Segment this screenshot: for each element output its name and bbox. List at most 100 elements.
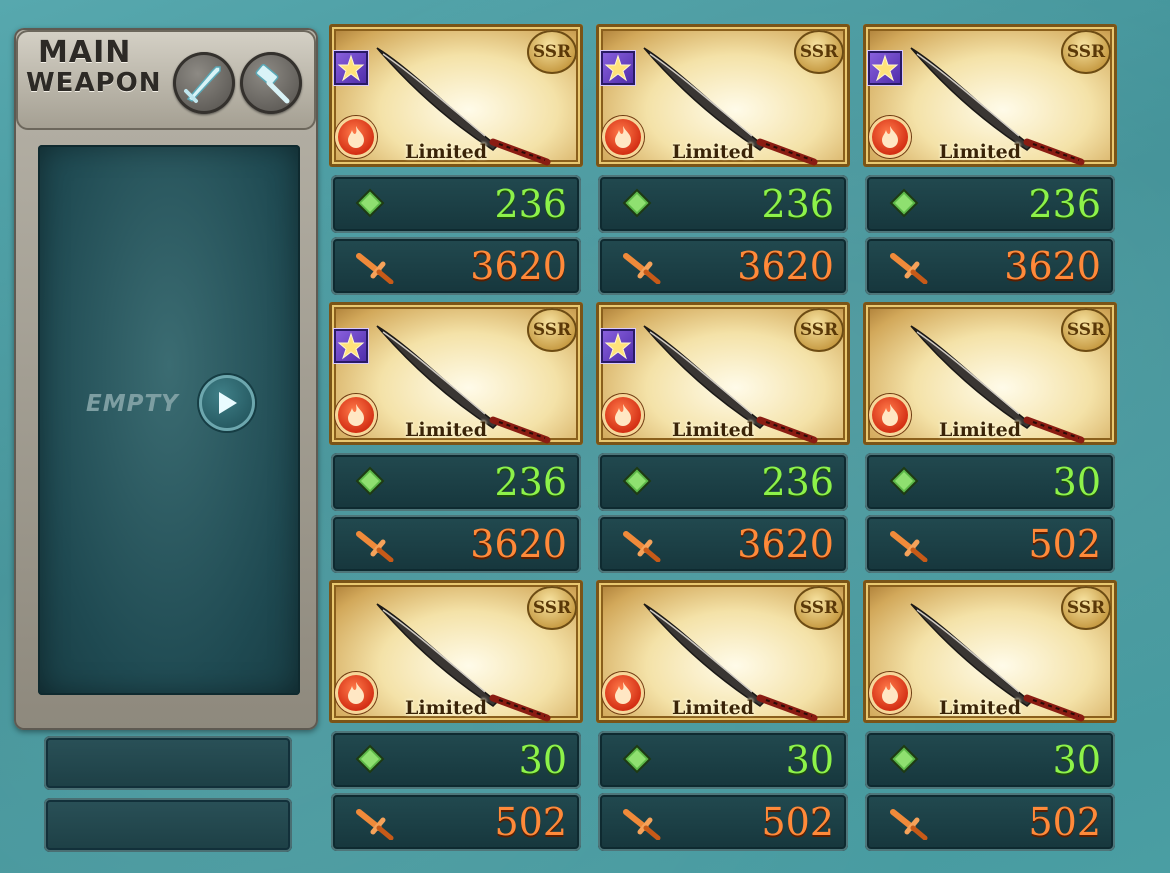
hp-gem-icon — [355, 466, 385, 496]
hp-gem-icon — [355, 188, 385, 218]
limited-label: Limited — [405, 141, 488, 163]
fire-element-icon — [602, 116, 644, 158]
atk-value: 3620 — [737, 244, 834, 288]
weapon-card[interactable]: SSR Limited — [863, 580, 1117, 723]
limited-label: Limited — [939, 697, 1022, 719]
rarity-badge: SSR — [527, 586, 577, 630]
atk-stat: 502 — [331, 793, 581, 851]
hp-stat: 236 — [598, 175, 848, 233]
rarity-badge: SSR — [527, 308, 577, 352]
weapon-card[interactable]: SSR Limited — [329, 302, 583, 445]
atk-value: 3620 — [1004, 244, 1101, 288]
hp-stat: 30 — [865, 453, 1115, 511]
main-weapon-hp-stat — [44, 736, 292, 790]
atk-value: 502 — [494, 800, 567, 844]
atk-sword-icon — [623, 253, 661, 284]
weapon-slot[interactable]: SSR Limited 30 502 — [329, 580, 583, 851]
weapon-slot[interactable]: SSR Limited 236 3620 — [863, 24, 1117, 295]
weapon-card[interactable]: SSR Limited — [863, 24, 1117, 167]
atk-value: 3620 — [470, 522, 567, 566]
rarity-badge: SSR — [527, 30, 577, 74]
fire-element-icon — [869, 672, 911, 714]
rarity-badge: SSR — [794, 586, 844, 630]
hp-gem-icon — [622, 744, 652, 774]
main-label-line1: MAIN — [38, 35, 132, 70]
hp-value: 236 — [494, 182, 567, 226]
fire-element-icon — [602, 672, 644, 714]
hp-gem-icon — [622, 188, 652, 218]
weapon-slot[interactable]: SSR Limited 236 3620 — [329, 302, 583, 573]
atk-stat: 3620 — [331, 515, 581, 573]
sword-axe-icon — [173, 52, 235, 114]
weapon-card[interactable]: SSR Limited — [596, 24, 850, 167]
limited-label: Limited — [672, 697, 755, 719]
hp-stat: 236 — [331, 175, 581, 233]
atk-stat: 502 — [865, 515, 1115, 573]
rarity-badge: SSR — [1061, 30, 1111, 74]
hp-stat: 30 — [598, 731, 848, 789]
weapon-card[interactable]: SSR Limited — [329, 24, 583, 167]
rarity-badge: SSR — [794, 308, 844, 352]
fire-element-icon — [869, 394, 911, 436]
atk-stat: 3620 — [865, 237, 1115, 295]
atk-value: 3620 — [470, 244, 567, 288]
atk-stat: 3620 — [598, 237, 848, 295]
skill-star-icon — [601, 329, 635, 363]
atk-stat: 3620 — [331, 237, 581, 295]
atk-stat: 3620 — [598, 515, 848, 573]
play-arrow-icon[interactable] — [199, 375, 255, 431]
rarity-badge: SSR — [794, 30, 844, 74]
fire-element-icon — [335, 394, 377, 436]
hp-stat: 30 — [331, 731, 581, 789]
hp-value: 236 — [761, 182, 834, 226]
hammer-icon — [240, 52, 302, 114]
atk-sword-icon — [356, 531, 394, 562]
hp-value: 236 — [1028, 182, 1101, 226]
weapon-card[interactable]: SSR Limited — [596, 302, 850, 445]
weapon-slot[interactable]: SSR Limited 236 3620 — [596, 302, 850, 573]
weapon-slot[interactable]: SSR Limited 236 3620 — [329, 24, 583, 295]
atk-sword-icon — [623, 809, 661, 840]
hp-gem-icon — [889, 188, 919, 218]
hp-value: 30 — [785, 738, 834, 782]
atk-value: 502 — [761, 800, 834, 844]
limited-label: Limited — [939, 419, 1022, 441]
hp-value: 30 — [1052, 738, 1101, 782]
weapon-card[interactable]: SSR Limited — [863, 302, 1117, 445]
weapon-slot[interactable]: SSR Limited 236 3620 — [596, 24, 850, 295]
atk-value: 502 — [1028, 800, 1101, 844]
empty-label: EMPTY — [86, 391, 179, 417]
hp-stat: 236 — [331, 453, 581, 511]
limited-label: Limited — [405, 697, 488, 719]
hp-stat: 236 — [865, 175, 1115, 233]
atk-sword-icon — [623, 531, 661, 562]
hp-gem-icon — [889, 744, 919, 774]
atk-sword-icon — [890, 809, 928, 840]
weapon-card[interactable]: SSR Limited — [596, 580, 850, 723]
atk-stat: 502 — [598, 793, 848, 851]
hp-value: 236 — [494, 460, 567, 504]
fire-element-icon — [335, 116, 377, 158]
limited-label: Limited — [405, 419, 488, 441]
weapon-card[interactable]: SSR Limited — [329, 580, 583, 723]
rarity-badge: SSR — [1061, 308, 1111, 352]
hp-value: 236 — [761, 460, 834, 504]
fire-element-icon — [869, 116, 911, 158]
fire-element-icon — [335, 672, 377, 714]
hp-value: 30 — [1052, 460, 1101, 504]
main-weapon-atk-stat — [44, 798, 292, 852]
atk-stat: 502 — [865, 793, 1115, 851]
hp-gem-icon — [355, 744, 385, 774]
main-weapon-empty-slot[interactable]: EMPTY — [38, 145, 300, 695]
atk-sword-icon — [890, 253, 928, 284]
atk-value: 3620 — [737, 522, 834, 566]
weapon-slot[interactable]: SSR Limited 30 502 — [596, 580, 850, 851]
atk-sword-icon — [890, 531, 928, 562]
weapon-slot[interactable]: SSR Limited 30 502 — [863, 302, 1117, 573]
skill-star-icon — [334, 329, 368, 363]
main-weapon-label: MAIN WEAPON — [26, 35, 176, 97]
hp-value: 30 — [518, 738, 567, 782]
limited-label: Limited — [672, 141, 755, 163]
atk-sword-icon — [356, 809, 394, 840]
weapon-slot[interactable]: SSR Limited 30 502 — [863, 580, 1117, 851]
